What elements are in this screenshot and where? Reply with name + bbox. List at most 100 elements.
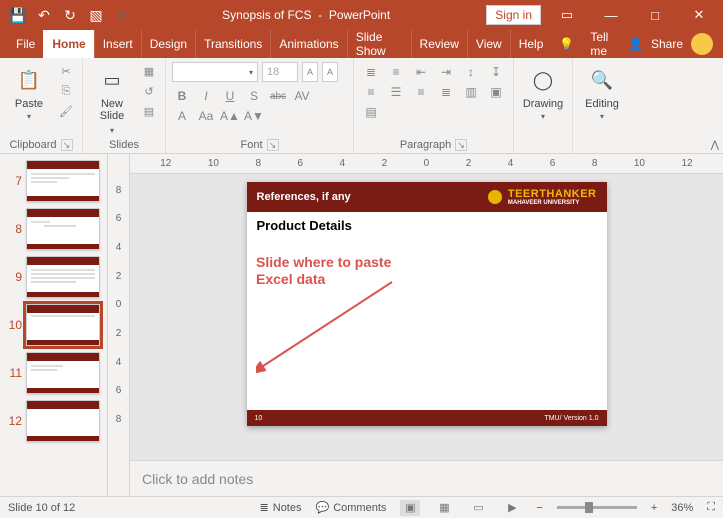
font-color-button[interactable]: A xyxy=(172,106,192,126)
zoom-percent[interactable]: 36% xyxy=(671,502,693,514)
numbering-icon[interactable]: ≡ xyxy=(385,62,407,82)
tab-transitions[interactable]: Transitions xyxy=(195,30,270,58)
new-slide-button[interactable]: ▭ New Slide ▾ xyxy=(89,62,135,135)
maximize-icon[interactable]: □ xyxy=(637,3,673,27)
slide-thumbnails-pane[interactable]: 7 8 9 10 11 12 xyxy=(0,154,108,496)
ribbon-tabs: File Home Insert Design Transitions Anim… xyxy=(0,30,723,58)
window-title: Synopsis of FCS - PowerPoint xyxy=(134,8,478,22)
notes-toggle[interactable]: ≣Notes xyxy=(260,501,302,514)
save-icon[interactable]: 💾 xyxy=(6,3,30,27)
share-icon[interactable]: 👤 xyxy=(628,37,643,51)
change-case-button[interactable]: Aa xyxy=(196,106,216,126)
tab-slideshow[interactable]: Slide Show xyxy=(347,30,411,58)
cut-icon[interactable]: ✂ xyxy=(56,62,76,80)
group-label: Paragraph xyxy=(400,139,451,151)
comments-toggle[interactable]: 💬Comments xyxy=(316,501,387,514)
tell-me[interactable]: Tell me xyxy=(582,30,628,58)
layout-icon[interactable]: ▦ xyxy=(139,62,159,80)
shadow-button[interactable]: S xyxy=(244,86,264,106)
font-launcher-icon[interactable]: ↘ xyxy=(267,139,279,151)
sorter-view-icon[interactable]: ▦ xyxy=(434,500,454,516)
vertical-ruler: 864202468 xyxy=(108,154,130,496)
section-icon[interactable]: ▤ xyxy=(139,102,159,120)
underline-button[interactable]: U xyxy=(220,86,240,106)
redo-icon[interactable]: ↻ xyxy=(58,3,82,27)
strikethrough-button[interactable]: abc xyxy=(268,86,288,106)
italic-button[interactable]: I xyxy=(196,86,216,106)
sign-in-button[interactable]: Sign in xyxy=(486,5,541,25)
font-size-select[interactable]: 18 xyxy=(262,62,298,82)
justify-icon[interactable]: ≣ xyxy=(435,82,457,102)
decrease-font-button[interactable]: A▼ xyxy=(244,106,264,126)
convert-smartart-icon[interactable]: ▤ xyxy=(360,102,382,122)
annotation-text: Slide where to paste Excel data xyxy=(256,254,402,288)
fit-window-icon[interactable]: ⛶ xyxy=(707,501,715,514)
tab-animations[interactable]: Animations xyxy=(270,30,346,58)
thumb-12[interactable]: 12 xyxy=(4,400,103,442)
increase-font-button[interactable]: A▲ xyxy=(220,106,240,126)
line-spacing-icon[interactable]: ↕ xyxy=(460,62,482,82)
thumb-10[interactable]: 10 xyxy=(4,304,103,346)
group-paragraph: ≣ ≡ ⇤ ⇥ ↕ ↧ ≡ ☰ ≡ ≣ ▥ ▣ ▤ Paragraph ↘ xyxy=(354,58,514,153)
bold-button[interactable]: B xyxy=(172,86,192,106)
grow-font-icon[interactable]: A xyxy=(302,62,318,82)
paragraph-launcher-icon[interactable]: ↘ xyxy=(455,139,467,151)
slide-title[interactable]: Product Details xyxy=(247,212,607,239)
copy-icon[interactable]: ⎘ xyxy=(56,82,76,100)
undo-icon[interactable]: ↶ xyxy=(32,3,56,27)
tab-home[interactable]: Home xyxy=(43,30,93,58)
zoom-slider[interactable] xyxy=(557,506,637,509)
group-editing: 🔍 Editing▾ xyxy=(573,58,631,153)
format-painter-icon[interactable]: 🖌 xyxy=(56,102,76,120)
feedback-smiley-icon[interactable] xyxy=(691,33,713,55)
zoom-in-icon[interactable]: + xyxy=(651,502,657,514)
drawing-button[interactable]: ◯ Drawing▾ xyxy=(520,62,566,123)
text-direction-icon[interactable]: ↧ xyxy=(485,62,507,82)
decrease-indent-icon[interactable]: ⇤ xyxy=(410,62,432,82)
tab-view[interactable]: View xyxy=(467,30,510,58)
align-text-icon[interactable]: ▣ xyxy=(485,82,507,102)
qat-more-icon[interactable]: ▾ xyxy=(110,3,134,27)
share-button[interactable]: Share xyxy=(651,37,683,51)
align-right-icon[interactable]: ≡ xyxy=(410,82,432,102)
title-bar: 💾 ↶ ↻ ▧ ▾ Synopsis of FCS - PowerPoint S… xyxy=(0,0,723,30)
thumb-8[interactable]: 8 xyxy=(4,208,103,250)
align-center-icon[interactable]: ☰ xyxy=(385,82,407,102)
new-slide-icon: ▭ xyxy=(98,66,126,94)
close-icon[interactable]: ✕ xyxy=(681,3,717,27)
clipboard-launcher-icon[interactable]: ↘ xyxy=(61,139,73,151)
notes-pane[interactable]: Click to add notes xyxy=(130,460,723,496)
bullets-icon[interactable]: ≣ xyxy=(360,62,382,82)
thumb-11[interactable]: 11 xyxy=(4,352,103,394)
thumb-9[interactable]: 9 xyxy=(4,256,103,298)
tab-help[interactable]: Help xyxy=(510,30,552,58)
tell-me-lamp-icon[interactable]: 💡 xyxy=(551,30,582,58)
minimize-icon[interactable]: — xyxy=(593,3,629,27)
slideshow-view-icon[interactable]: ▶ xyxy=(502,500,522,516)
paste-button[interactable]: 📋 Paste▾ xyxy=(6,62,52,123)
slide-footer: 10 TMU/ Version 1.0 xyxy=(247,410,607,426)
collapse-ribbon-icon[interactable]: ⋀ xyxy=(711,140,719,151)
slide-canvas[interactable]: References, if any TEERTHANKERMAHAVEER U… xyxy=(130,174,723,460)
slide-counter: Slide 10 of 12 xyxy=(8,502,75,514)
char-spacing-button[interactable]: AV xyxy=(292,86,312,106)
thumb-7[interactable]: 7 xyxy=(4,160,103,202)
editing-button[interactable]: 🔍 Editing▾ xyxy=(579,62,625,123)
group-drawing: ◯ Drawing▾ xyxy=(514,58,573,153)
reading-view-icon[interactable]: ▭ xyxy=(468,500,488,516)
align-left-icon[interactable]: ≡ xyxy=(360,82,382,102)
reset-icon[interactable]: ↺ xyxy=(139,82,159,100)
font-family-select[interactable]: ▾ xyxy=(172,62,258,82)
normal-view-icon[interactable]: ▣ xyxy=(400,500,420,516)
tab-design[interactable]: Design xyxy=(141,30,195,58)
tab-insert[interactable]: Insert xyxy=(94,30,141,58)
tab-file[interactable]: File xyxy=(8,30,43,58)
increase-indent-icon[interactable]: ⇥ xyxy=(435,62,457,82)
ribbon-display-icon[interactable]: ▭ xyxy=(549,3,585,27)
zoom-out-icon[interactable]: − xyxy=(536,502,542,514)
group-slides: ▭ New Slide ▾ ▦ ↺ ▤ Slides xyxy=(83,58,166,153)
shrink-font-icon[interactable]: A xyxy=(322,62,338,82)
start-from-beginning-icon[interactable]: ▧ xyxy=(84,3,108,27)
tab-review[interactable]: Review xyxy=(411,30,467,58)
columns-icon[interactable]: ▥ xyxy=(460,82,482,102)
